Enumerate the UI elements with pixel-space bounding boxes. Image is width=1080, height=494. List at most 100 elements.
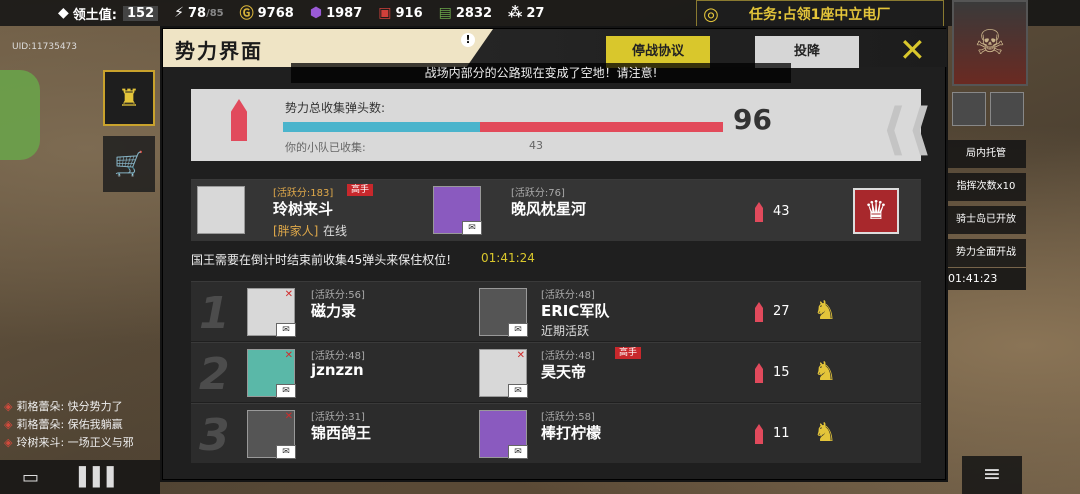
player-status: 近期活跃 — [541, 324, 590, 338]
player-avatar[interactable]: ✕ ✉ — [247, 410, 296, 459]
activity-score: [活跃分:48] — [541, 351, 595, 362]
rank-number: 2 — [199, 349, 230, 400]
player-name: 锦西鸽王 — [311, 424, 372, 442]
player-name: 晚风枕星河 — [511, 200, 587, 218]
command-count-button[interactable]: 指挥次数x10 — [946, 173, 1026, 201]
energy-max: /85 — [206, 7, 224, 19]
player-avatar[interactable]: ✕ ✉ — [247, 288, 296, 337]
king-timer: 01:41:24 — [481, 251, 535, 265]
ammo-value: 27 — [526, 5, 545, 21]
king-requirement: 国王需要在倒计时结束前收集45弹头来保住权位! — [191, 253, 452, 267]
squad-thumbnail[interactable] — [990, 92, 1024, 126]
voice-icon[interactable]: ▌▌▌ — [79, 467, 121, 488]
squad-thumbnail[interactable] — [952, 92, 986, 126]
chat-line: ◈ 玲树来斗: 一场正义与邪 — [4, 436, 134, 449]
player-avatar[interactable]: ✕ ✉ — [247, 349, 296, 398]
chat-icon[interactable]: ▭ — [22, 467, 39, 488]
activity-score: [活跃分:48] — [311, 351, 365, 362]
chat-log[interactable]: ◈ 莉格蕾朵: 快分势力了 ◈ 莉格蕾朵: 保佑我躺赢 ◈ 玲树来斗: 一场正义与邪 — [0, 398, 175, 452]
knight-icon[interactable]: ♞ — [811, 296, 839, 326]
warhead-icon — [755, 363, 763, 383]
warhead-progress-panel: 势力总收集弹头数: 96 你的小队已收集: 43 ⟨⟨ — [191, 89, 932, 162]
auto-play-button[interactable]: 局内托管 — [946, 140, 1026, 168]
task-banner[interactable]: ◎ 任务:占领1座中立电厂 — [696, 0, 944, 28]
progress-track — [283, 122, 723, 132]
menu-icon: ≡ — [982, 462, 1002, 487]
faction-button[interactable]: ♜ — [103, 70, 155, 126]
dialog-title: 势力界面 — [175, 39, 263, 63]
chat-line: ◈ 莉格蕾朵: 保佑我躺赢 — [4, 418, 123, 431]
knight-icon[interactable]: ♞ — [811, 418, 839, 448]
player-name: ERIC军队 — [541, 302, 610, 320]
gem-icon: ⬢ — [309, 5, 323, 21]
energy-resource: ⚡ 78/85 — [174, 5, 224, 21]
territory-resource: ◆ 领土值: 152 — [58, 4, 159, 23]
user-id: UID:11735473 — [12, 42, 78, 52]
right-menu: 局内托管 指挥次数x10 骑士岛已开放 势力全面开战 — [946, 140, 1026, 272]
territory-icon: ◆ — [58, 5, 69, 21]
gem-value: 1987 — [326, 5, 363, 21]
mail-icon[interactable]: ✉ — [508, 384, 528, 398]
player-avatar[interactable]: ✉ — [479, 288, 528, 337]
player-name: 昊天帝 — [541, 363, 587, 381]
player-name: 玲树来斗 — [273, 200, 334, 218]
player-status: 在线 — [323, 224, 348, 238]
mail-icon[interactable]: ✉ — [276, 384, 296, 398]
territory-label: 领土值: — [72, 7, 117, 23]
activity-score: [活跃分:76] — [511, 188, 565, 199]
expert-badge: 高手 — [347, 184, 374, 196]
ammo-resource: ⁂ 27 — [508, 5, 544, 21]
commander-avatar[interactable]: ☠ — [952, 0, 1028, 86]
squad-thumbnails — [952, 92, 1024, 126]
faction-war-label: 势力全面开战 — [946, 239, 1026, 267]
player-avatar[interactable] — [197, 186, 245, 234]
cart-icon: 🛒 — [114, 150, 144, 178]
squad-collected-label: 你的小队已收集: — [285, 141, 366, 154]
warhead-icon — [755, 424, 763, 444]
menu-button[interactable]: ≡ — [962, 456, 1022, 494]
activity-score: [活跃分:58] — [541, 412, 595, 423]
king-row: [活跃分:183] 高手 玲树来斗 [胖家人] 在线 ✉ [活跃分:76] 晚风… — [191, 179, 921, 241]
target-icon: ◎ — [703, 3, 719, 25]
mail-icon[interactable]: ✉ — [508, 445, 528, 459]
player-name: jznzzn — [311, 361, 364, 379]
bottom-left-bar: ▭ ▌▌▌ — [0, 460, 160, 494]
mail-icon[interactable]: ✉ — [508, 323, 528, 337]
player-avatar[interactable]: ✉ — [433, 186, 482, 235]
player-name: 磁力录 — [311, 302, 357, 320]
rank-number: 3 — [199, 410, 230, 461]
rank-row: 3 ✕ ✉ [活跃分:31] 锦西鸽王 ✉ [活跃分:58] 棒打柠檬 11 ♞ — [191, 403, 921, 463]
gem-resource: ⬢ 1987 — [310, 5, 362, 21]
player-avatar[interactable]: ✉ — [479, 410, 528, 459]
progress-fill — [283, 122, 481, 132]
mail-icon[interactable]: ✉ — [462, 221, 482, 235]
expert-badge: 高手 — [615, 347, 642, 359]
shop-button[interactable]: 🛒 — [103, 136, 155, 192]
crown-icon[interactable]: ♛ — [853, 188, 899, 234]
cash-icon: ▤ — [438, 5, 452, 21]
squad-collected-value: 43 — [529, 139, 543, 152]
bullet-icon: ⁂ — [508, 5, 523, 21]
dialog-header: 势力界面 ! 停战协议 投降 ✕ — [163, 29, 947, 69]
knight-island-button[interactable]: 骑士岛已开放 — [946, 206, 1026, 234]
notice-banner: 战场内部分的公路现在变成了空地！请注意! — [291, 63, 791, 83]
progress-total: 96 — [733, 103, 772, 136]
player-avatar[interactable]: ✕ ✉ — [479, 349, 528, 398]
knight-icon[interactable]: ♞ — [811, 357, 839, 387]
rank-row: 2 ✕ ✉ [活跃分:48] jznzzn ✕ ✉ [活跃分:48] 高手 昊天帝 … — [191, 342, 921, 402]
mail-icon[interactable]: ✉ — [276, 445, 296, 459]
warhead-icon — [231, 99, 247, 141]
coin-icon: Ⓖ — [239, 6, 254, 22]
close-icon[interactable]: ✕ — [899, 31, 926, 69]
warhead-count: 11 — [773, 426, 790, 441]
watermark-icon: ⟨⟨ — [881, 97, 933, 162]
fuel-icon: ▣ — [378, 5, 392, 21]
warhead-count: 43 — [773, 204, 790, 219]
warhead-count: 27 — [773, 304, 790, 319]
energy-value: 78 — [187, 5, 207, 21]
player-name: 棒打柠檬 — [541, 424, 602, 442]
cash-value: 2832 — [455, 5, 493, 21]
warhead-count: 15 — [773, 365, 790, 380]
mail-icon[interactable]: ✉ — [276, 323, 296, 337]
player-role: [胖家人] — [273, 224, 319, 238]
